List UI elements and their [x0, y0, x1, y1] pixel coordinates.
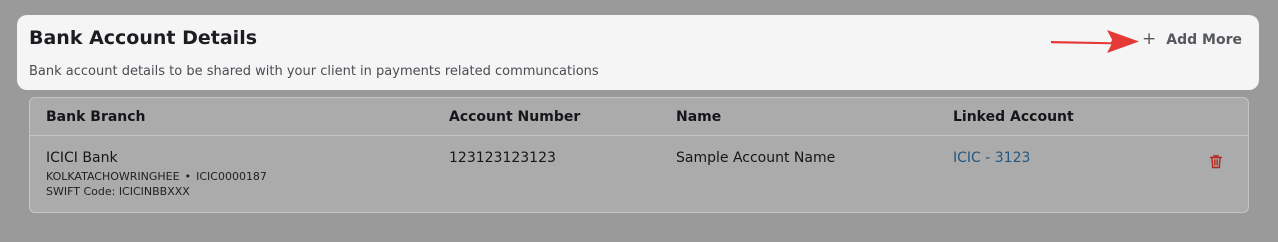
- swift-code: SWIFT Code: ICICINBBXXX: [46, 185, 190, 198]
- bank-accounts-table: Bank Branch Account Number Name Linked A…: [29, 97, 1249, 213]
- branch-name: KOLKATACHOWRINGHEE: [46, 170, 180, 183]
- trash-icon[interactable]: [1209, 154, 1223, 169]
- column-header-linked-account: Linked Account: [953, 109, 1074, 125]
- column-header-account-number: Account Number: [449, 109, 581, 125]
- annotation-arrow-icon: [1051, 30, 1139, 53]
- add-more-button[interactable]: + Add More: [1142, 31, 1242, 48]
- plus-icon: +: [1142, 29, 1157, 49]
- bank-branch-cell: ICICI Bank KOLKATACHOWRINGHEE • ICIC000018…: [46, 150, 267, 199]
- page-subtitle: Bank account details to be shared with y…: [29, 64, 599, 79]
- branch-info: KOLKATACHOWRINGHEE • ICIC0000187: [46, 169, 267, 184]
- account-number-cell: 123123123123: [449, 150, 556, 166]
- ifsc-code: ICIC0000187: [196, 170, 267, 183]
- account-name-cell: Sample Account Name: [676, 150, 836, 166]
- table-row: ICICI Bank KOLKATACHOWRINGHEE • ICIC000018…: [30, 137, 1248, 213]
- linked-account-link[interactable]: ICIC - 3123: [953, 150, 1030, 166]
- page-title: Bank Account Details: [29, 27, 258, 49]
- add-more-label: Add More: [1166, 31, 1242, 48]
- bullet-separator: •: [184, 170, 192, 183]
- table-header: Bank Branch Account Number Name Linked A…: [30, 98, 1248, 136]
- column-header-name: Name: [676, 109, 722, 125]
- bank-name: ICICI Bank: [46, 150, 118, 166]
- column-header-bank-branch: Bank Branch: [46, 109, 146, 125]
